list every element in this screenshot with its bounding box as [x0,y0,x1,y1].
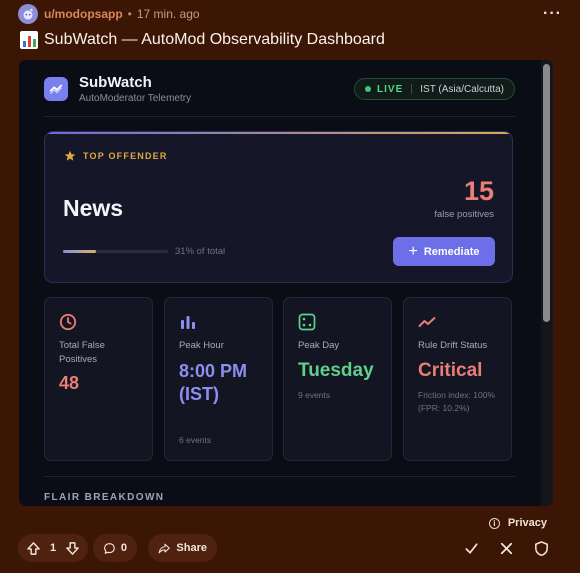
false-positive-count: 15 [463,176,494,206]
remove-x-icon[interactable] [498,540,515,557]
top-offender-card: TOP OFFENDER News 15 false positives 31%… [44,131,513,283]
mod-actions [463,534,550,562]
top-offender-name: News [63,195,124,221]
clock-icon [59,313,77,331]
comment-icon [104,542,115,554]
star-icon [64,150,76,161]
stat-value: Critical [418,360,483,381]
share-label: 31% of total [175,246,226,257]
upvote-icon[interactable] [26,541,41,556]
app-header: SubWatch AutoModerator Telemetry LIVE IS… [44,74,515,108]
stat-label: Peak Day [298,340,340,351]
downvote-icon[interactable] [65,541,80,556]
bar-chart-icon [181,316,195,329]
approve-check-icon[interactable] [463,540,480,557]
plus-icon: + [408,242,418,260]
scrollbar-thumb[interactable] [543,64,550,322]
stat-card-peak-day: Peak Day Tuesday 9 events [283,297,392,461]
comments-button[interactable]: 0 [93,534,137,562]
stat-value: Tuesday [298,360,374,381]
stat-card-drift: Rule Drift Status Critical Friction inde… [403,297,512,461]
user-avatar[interactable] [18,4,38,24]
scrollbar[interactable] [541,60,553,506]
header-divider [44,116,515,117]
snoo-icon [23,8,33,20]
false-positive-label: false positives [434,209,494,220]
live-dot-icon [365,86,372,92]
privacy-label: Privacy [507,517,547,529]
app-subtitle: AutoModerator Telemetry [79,93,192,104]
more-options-icon[interactable]: ··· [543,5,562,23]
live-label: LIVE [377,83,404,95]
vote-count: 1 [49,542,57,554]
dice-icon [298,313,316,331]
share-button[interactable]: Share [148,534,217,562]
share-icon [158,543,170,553]
stat-note: Friction index: 100% (FPR: 10.2%) [418,390,496,413]
meta-separator: • [127,7,132,21]
stat-label: Total False Positives [59,340,105,365]
post-title[interactable]: SubWatch — AutoMod Observability Dashboa… [20,31,385,49]
stat-value: 8:00 PM (IST) [179,361,248,404]
card-accent-line [45,132,512,134]
bar-chart-emoji-icon [20,31,38,49]
stat-card-peak-hour: Peak Hour 8:00 PM (IST) 6 events [164,297,273,461]
info-icon: i [488,517,500,529]
dashboard-frame: SubWatch AutoModerator Telemetry LIVE IS… [19,60,553,506]
remediate-button[interactable]: + Remediate [393,237,495,266]
top-offender-label: TOP OFFENDER [64,150,168,162]
share-label: Share [176,542,207,554]
stat-note: 6 events [179,435,212,445]
privacy-link[interactable]: i Privacy [488,517,547,529]
app-name: SubWatch [79,74,152,91]
timezone-label: IST (Asia/Calcutta) [420,83,504,95]
share-progress-bar [63,250,168,253]
post-action-bar: 1 0 Share [18,534,550,564]
remediate-label: Remediate [423,245,480,258]
pill-divider [411,84,413,94]
top-offender-label-text: TOP OFFENDER [83,151,168,161]
stats-cards: Total False Positives 48 Peak Hour 8:00 … [44,297,513,461]
share-progress-fill [63,250,96,253]
stat-note: 9 events [298,390,331,400]
subwatch-logo-icon [44,77,68,101]
stat-label: Peak Hour [179,340,224,351]
post-header: u/modopsapp • 17 min. ago ··· [18,3,562,25]
post-time: 17 min. ago [136,7,200,21]
flair-breakdown-heading: FLAIR BREAKDOWN [44,492,165,503]
section-divider [44,476,515,477]
comment-count: 0 [120,542,127,554]
stat-card-total: Total False Positives 48 [44,297,153,461]
shield-icon[interactable] [533,540,550,557]
post-author[interactable]: u/modopsapp [44,7,123,21]
vote-control: 1 [18,534,88,562]
post-title-text: SubWatch — AutoMod Observability Dashboa… [44,31,385,48]
stat-value: 48 [59,373,80,393]
stat-label: Rule Drift Status [418,340,488,351]
trend-icon [418,317,436,327]
live-status-pill: LIVE IST (Asia/Calcutta) [354,78,515,100]
